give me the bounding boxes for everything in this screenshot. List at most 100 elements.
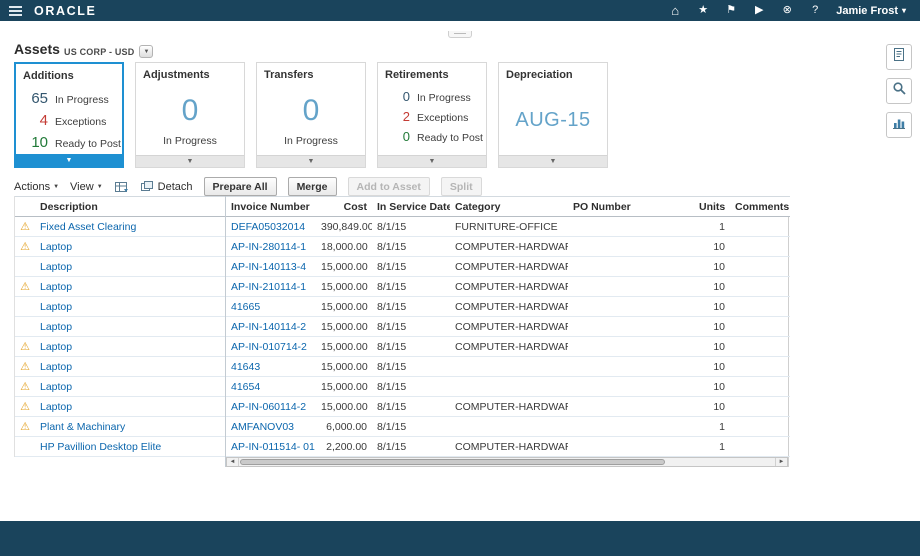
watchlist-flag-icon[interactable]: ⚑ bbox=[724, 0, 738, 21]
invoice-cell[interactable]: AP-IN-060114-2 bbox=[226, 396, 316, 417]
table-row[interactable]: ⚠ Laptop bbox=[15, 396, 225, 417]
accessibility-icon[interactable]: ⊗ bbox=[780, 0, 794, 21]
table-row[interactable]: ⚠ Laptop bbox=[15, 336, 225, 357]
description-link[interactable]: Laptop bbox=[35, 376, 225, 397]
table-row[interactable]: AMFANOV03 6,000.00 8/1/15 1 bbox=[226, 416, 790, 437]
invoice-cell[interactable]: AP-IN-280114-1 bbox=[226, 236, 316, 257]
description-link[interactable]: Laptop bbox=[35, 356, 225, 377]
infotile-retirements[interactable]: Retirements 0 In Progress 2 Exceptions 0… bbox=[377, 62, 487, 168]
infotile-expand-button[interactable]: ▼ bbox=[378, 155, 486, 167]
reports-panel-button[interactable] bbox=[886, 44, 912, 70]
table-row[interactable]: ⚠ Laptop bbox=[15, 276, 225, 297]
panel-drawer-handle[interactable] bbox=[448, 31, 472, 38]
table-row[interactable]: ⚠ Laptop bbox=[15, 236, 225, 257]
prepare-all-button[interactable]: Prepare All bbox=[203, 177, 277, 196]
chevron-down-icon: ▼ bbox=[428, 158, 436, 165]
favorites-star-icon[interactable]: ★ bbox=[696, 0, 710, 21]
description-link[interactable]: Laptop bbox=[35, 276, 225, 297]
book-selector[interactable]: US CORP - USD ▼ bbox=[64, 45, 154, 58]
invoice-cell[interactable]: AP-IN-011514- 01 bbox=[226, 436, 316, 457]
invoice-cell[interactable]: 41654 bbox=[226, 376, 316, 397]
invoice-column-header[interactable]: Invoice Number bbox=[226, 196, 316, 217]
announcements-icon[interactable]: ▶ bbox=[752, 0, 766, 21]
help-icon[interactable]: ? bbox=[808, 0, 822, 21]
cost-column-header[interactable]: Cost bbox=[316, 196, 372, 217]
table-row[interactable]: AP-IN-210114-1 15,000.00 8/1/15 COMPUTER-HA… bbox=[226, 276, 790, 297]
merge-button[interactable]: Merge bbox=[287, 177, 337, 196]
infotile-expand-button[interactable]: ▼ bbox=[499, 155, 607, 167]
table-row[interactable]: ⚠ Fixed Asset Clearing bbox=[15, 216, 225, 237]
invoice-cell[interactable]: DEFA05032014 bbox=[226, 216, 316, 237]
infotile-transfers[interactable]: Transfers 0 In Progress ▼ bbox=[256, 62, 366, 168]
table-row[interactable]: AP-IN-140113-4 15,000.00 8/1/15 COMPUTER-HA… bbox=[226, 256, 790, 277]
infotile-adjustments[interactable]: Adjustments 0 In Progress ▼ bbox=[135, 62, 245, 168]
units-column-header[interactable]: Units bbox=[694, 196, 730, 217]
description-link[interactable]: Fixed Asset Clearing bbox=[35, 216, 225, 237]
stat-in-progress[interactable]: 0 In Progress bbox=[382, 89, 486, 104]
invoice-cell[interactable]: AP-IN-010714-2 bbox=[226, 336, 316, 357]
description-link[interactable]: Plant & Machinary bbox=[35, 416, 225, 437]
table-row[interactable]: 41665 15,000.00 8/1/15 COMPUTER-HARDWARE 10 bbox=[226, 296, 790, 317]
book-dropdown-button[interactable]: ▼ bbox=[139, 45, 154, 58]
table-row[interactable]: ⚠ Laptop bbox=[15, 356, 225, 377]
comments-column-header[interactable]: Comments bbox=[730, 196, 790, 217]
description-link[interactable]: Laptop bbox=[35, 296, 225, 317]
table-row[interactable]: AP-IN-280114-1 18,000.00 8/1/15 COMPUTER-HA… bbox=[226, 236, 790, 257]
category-column-header[interactable]: Category bbox=[450, 196, 568, 217]
infotile-expand-button[interactable]: ▼ bbox=[257, 155, 365, 167]
invoice-cell[interactable]: AP-IN-140114-2 bbox=[226, 316, 316, 337]
description-link[interactable]: Laptop bbox=[35, 256, 225, 277]
table-row[interactable]: DEFA05032014 390,849.00 8/1/15 FURNITURE-OF… bbox=[226, 216, 790, 237]
table-row[interactable]: Laptop bbox=[15, 316, 225, 337]
description-link[interactable]: Laptop bbox=[35, 316, 225, 337]
infotile-additions[interactable]: Additions 65 In Progress 4 Exceptions 10… bbox=[14, 62, 124, 168]
table-row[interactable]: AP-IN-060114-2 15,000.00 8/1/15 COMPUTER-HA… bbox=[226, 396, 790, 417]
detach-button[interactable]: Detach bbox=[140, 180, 193, 193]
invoice-cell[interactable]: 41665 bbox=[226, 296, 316, 317]
scroll-left-icon[interactable]: ◄ bbox=[227, 458, 239, 466]
date-cell: 8/1/15 bbox=[372, 296, 450, 317]
description-column-header[interactable]: Description bbox=[35, 196, 225, 217]
description-link[interactable]: HP Pavillion Desktop Elite bbox=[35, 436, 225, 457]
table-row[interactable]: 41654 15,000.00 8/1/15 10 bbox=[226, 376, 790, 397]
po-column-header[interactable]: PO Number bbox=[568, 196, 694, 217]
table-row[interactable]: HP Pavillion Desktop Elite bbox=[15, 436, 225, 457]
table-row[interactable]: ⚠ Laptop bbox=[15, 376, 225, 397]
view-menu[interactable]: View ▼ bbox=[70, 181, 103, 193]
scrollbar-thumb[interactable] bbox=[240, 459, 665, 465]
home-icon[interactable]: ⌂ bbox=[668, 0, 682, 21]
table-row[interactable]: Laptop bbox=[15, 296, 225, 317]
freeze-columns-icon[interactable] bbox=[114, 180, 129, 194]
units-cell: 1 bbox=[694, 216, 730, 237]
stat-ready-to-post[interactable]: 0 Ready to Post bbox=[382, 129, 486, 144]
search-panel-button[interactable] bbox=[886, 78, 912, 104]
analytics-panel-button[interactable] bbox=[886, 112, 912, 138]
invoice-cell[interactable]: AP-IN-210114-1 bbox=[226, 276, 316, 297]
stat-in-progress[interactable]: 65 In Progress bbox=[20, 90, 122, 107]
invoice-cell[interactable]: AP-IN-140113-4 bbox=[226, 256, 316, 277]
scroll-right-icon[interactable]: ► bbox=[775, 458, 787, 466]
stat-ready-to-post[interactable]: 10 Ready to Post bbox=[20, 134, 122, 151]
stat-exceptions[interactable]: 4 Exceptions bbox=[20, 112, 122, 129]
navigator-menu-icon[interactable] bbox=[0, 0, 30, 21]
invoice-cell[interactable]: 41643 bbox=[226, 356, 316, 377]
infotile-expand-button[interactable]: ▼ bbox=[16, 154, 122, 166]
table-row[interactable]: AP-IN-011514- 01 2,200.00 8/1/15 COMPUTER-H… bbox=[226, 436, 790, 457]
table-row[interactable]: AP-IN-010714-2 15,000.00 8/1/15 COMPUTER-HA… bbox=[226, 336, 790, 357]
table-row[interactable]: AP-IN-140114-2 15,000.00 8/1/15 COMPUTER-HA… bbox=[226, 316, 790, 337]
stat-exceptions[interactable]: 2 Exceptions bbox=[382, 109, 486, 124]
table-row[interactable]: 41643 15,000.00 8/1/15 10 bbox=[226, 356, 790, 377]
invoice-cell[interactable]: AMFANOV03 bbox=[226, 416, 316, 437]
date-column-header[interactable]: In Service Date bbox=[372, 196, 450, 217]
infotile-depreciation[interactable]: Depreciation AUG-15 ▼ bbox=[498, 62, 608, 168]
description-link[interactable]: Laptop bbox=[35, 336, 225, 357]
stat-label: Exceptions bbox=[417, 112, 469, 124]
actions-menu[interactable]: Actions ▼ bbox=[14, 181, 59, 193]
infotile-expand-button[interactable]: ▼ bbox=[136, 155, 244, 167]
description-link[interactable]: Laptop bbox=[35, 396, 225, 417]
user-menu[interactable]: Jamie Frost ▾ bbox=[836, 5, 906, 17]
horizontal-scrollbar[interactable]: ◄ ► bbox=[226, 457, 788, 467]
table-row[interactable]: ⚠ Plant & Machinary bbox=[15, 416, 225, 437]
description-link[interactable]: Laptop bbox=[35, 236, 225, 257]
table-row[interactable]: Laptop bbox=[15, 256, 225, 277]
